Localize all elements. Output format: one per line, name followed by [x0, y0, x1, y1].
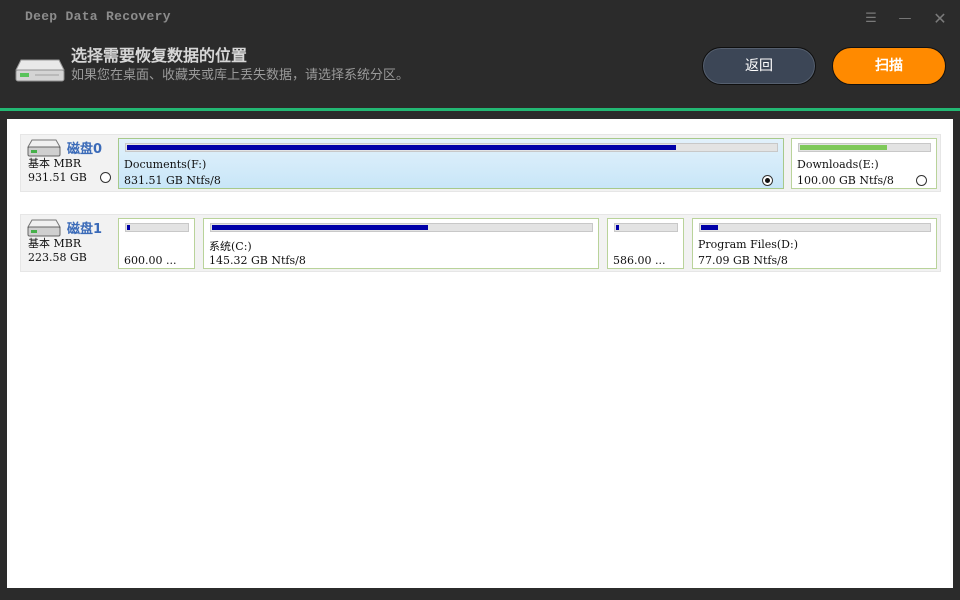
disk-info-0: 磁盘0 基本 MBR 931.51 GB: [21, 135, 117, 191]
back-button[interactable]: 返回: [702, 47, 816, 85]
usage-bar: [125, 143, 778, 152]
page-subtitle: 如果您在桌面、收藏夹或库上丢失数据，请选择系统分区。: [71, 68, 410, 83]
partition-label: Program Files(D:): [698, 238, 798, 251]
disk-list-panel: 磁盘0 基本 MBR 931.51 GB Documents(F:) 831.5…: [7, 119, 953, 588]
usage-bar-fill: [127, 145, 676, 150]
partition-size: 586.00 ...: [613, 254, 666, 267]
partition-size: 100.00 GB Ntfs/8: [797, 174, 894, 187]
usage-bar-fill: [127, 225, 130, 230]
disk-radio-0[interactable]: [100, 172, 111, 183]
partition-documents[interactable]: Documents(F:) 831.51 GB Ntfs/8: [118, 138, 784, 189]
app-title: Deep Data Recovery: [25, 9, 171, 24]
partition-label: 系统(C:): [209, 240, 252, 253]
usage-bar: [210, 223, 593, 232]
title-bar: Deep Data Recovery ☰ — ✕: [0, 0, 960, 36]
disk-row-0: 磁盘0 基本 MBR 931.51 GB Documents(F:) 831.5…: [20, 134, 941, 192]
partition-radio-documents[interactable]: [762, 175, 773, 186]
usage-bar-fill: [212, 225, 428, 230]
minimize-icon[interactable]: —: [896, 10, 914, 28]
usage-bar: [614, 223, 678, 232]
partition-downloads[interactable]: Downloads(E:) 100.00 GB Ntfs/8: [791, 138, 937, 189]
partition-size: 145.32 GB Ntfs/8: [209, 254, 306, 267]
partition-program-files[interactable]: Program Files(D:) 77.09 GB Ntfs/8: [692, 218, 937, 269]
usage-bar-fill: [800, 145, 887, 150]
scan-button[interactable]: 扫描: [832, 47, 946, 85]
usage-bar: [699, 223, 931, 232]
partition-label: Documents(F:): [124, 158, 207, 171]
disk-row-1: 磁盘1 基本 MBR 223.58 GB 600.00 ... 系统(C:) 1…: [20, 214, 941, 272]
usage-bar: [125, 223, 189, 232]
header: 选择需要恢复数据的位置 如果您在桌面、收藏夹或库上丢失数据，请选择系统分区。 返…: [0, 36, 960, 108]
disk-type: 基本 MBR: [28, 157, 82, 170]
partition-reserved-2[interactable]: 586.00 ...: [607, 218, 684, 269]
page-title: 选择需要恢复数据的位置: [71, 46, 248, 65]
partition-size: 831.51 GB Ntfs/8: [124, 174, 221, 187]
menu-icon[interactable]: ☰: [862, 10, 880, 28]
partition-system-c[interactable]: 系统(C:) 145.32 GB Ntfs/8: [203, 218, 599, 269]
usage-bar: [798, 143, 931, 152]
partition-size: 77.09 GB Ntfs/8: [698, 254, 788, 267]
partition-radio-downloads[interactable]: [916, 175, 927, 186]
partition-reserved-1[interactable]: 600.00 ...: [118, 218, 195, 269]
hard-drive-icon: [15, 59, 65, 82]
disk-type: 基本 MBR: [28, 237, 82, 250]
disk-size: 931.51 GB: [28, 171, 87, 184]
disk-info-1: 磁盘1 基本 MBR 223.58 GB: [21, 215, 117, 271]
disk-size: 223.58 GB: [28, 251, 87, 264]
accent-divider: [0, 108, 960, 111]
close-icon[interactable]: ✕: [931, 10, 949, 28]
usage-bar-fill: [616, 225, 619, 230]
partition-size: 600.00 ...: [124, 254, 177, 267]
usage-bar-fill: [701, 225, 718, 230]
partition-label: Downloads(E:): [797, 158, 879, 171]
